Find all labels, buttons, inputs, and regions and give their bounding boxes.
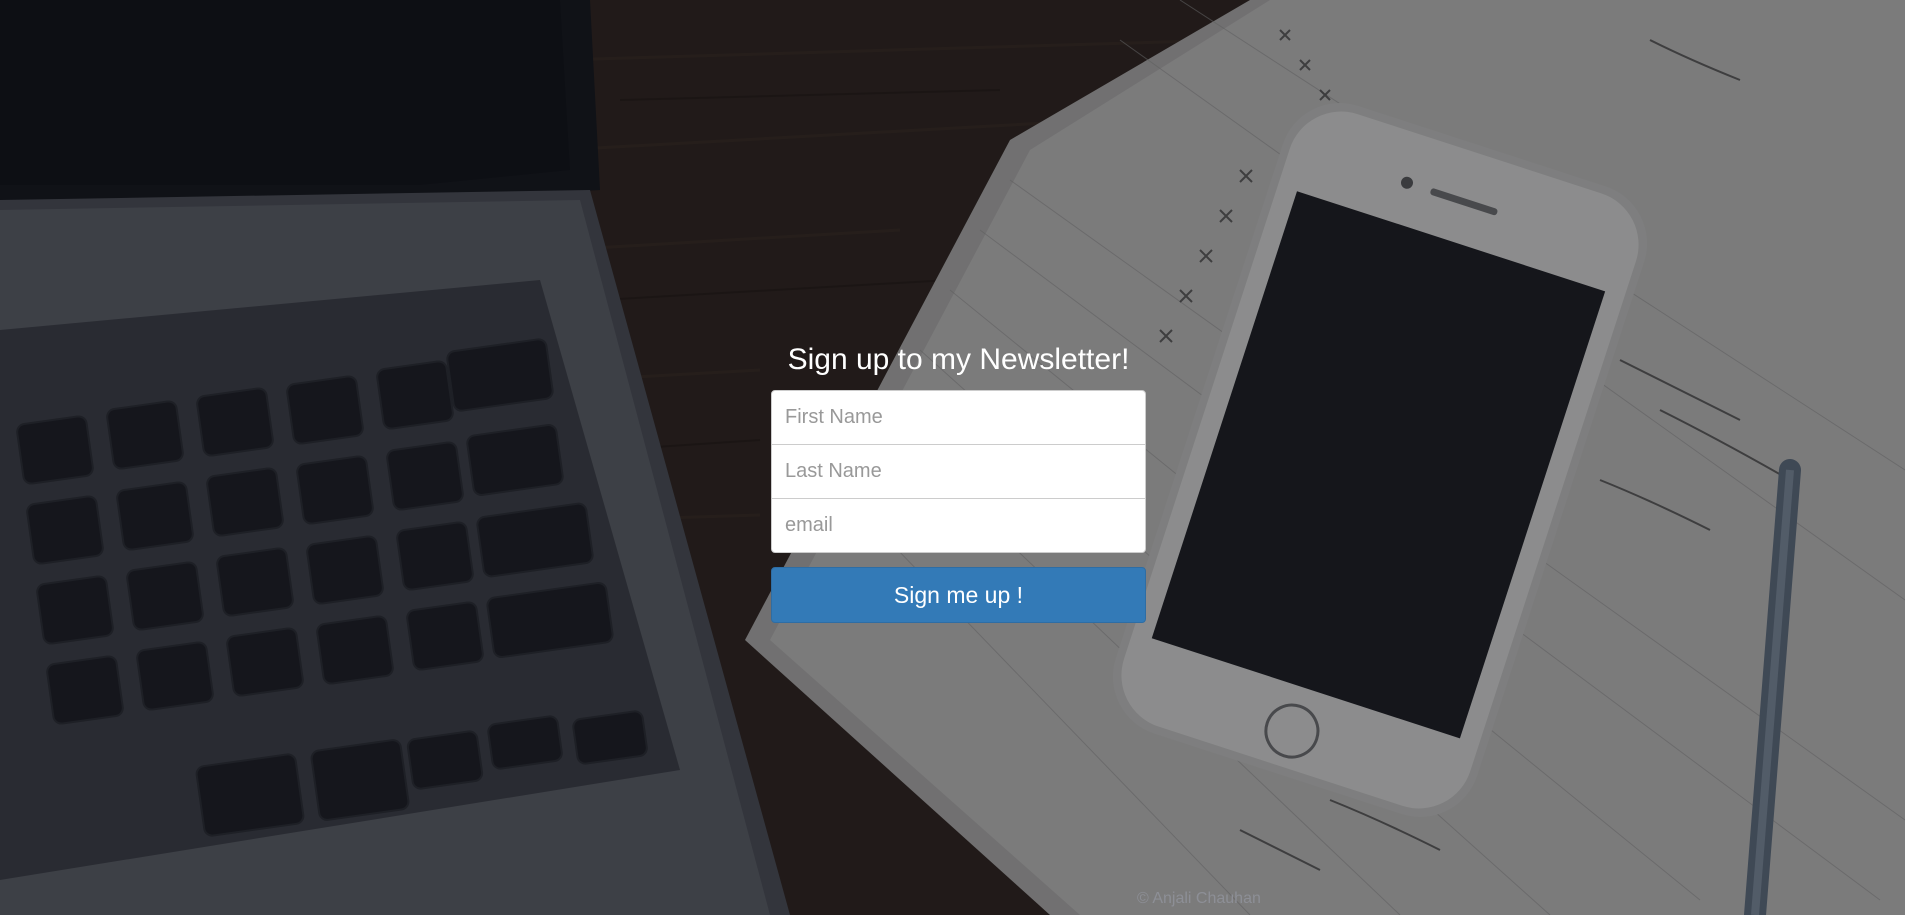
- first-name-input[interactable]: [771, 390, 1146, 445]
- last-name-input[interactable]: [771, 444, 1146, 499]
- sign-up-button[interactable]: Sign me up !: [771, 567, 1146, 623]
- email-input[interactable]: [771, 498, 1146, 553]
- signup-title: Sign up to my Newsletter!: [787, 343, 1130, 376]
- footer-copyright: © Anjali Chauhan: [1137, 890, 1261, 907]
- page: Sign up to my Newsletter! Sign me up ! ©…: [0, 0, 1905, 915]
- newsletter-signup-form: Sign up to my Newsletter! Sign me up !: [771, 338, 1146, 623]
